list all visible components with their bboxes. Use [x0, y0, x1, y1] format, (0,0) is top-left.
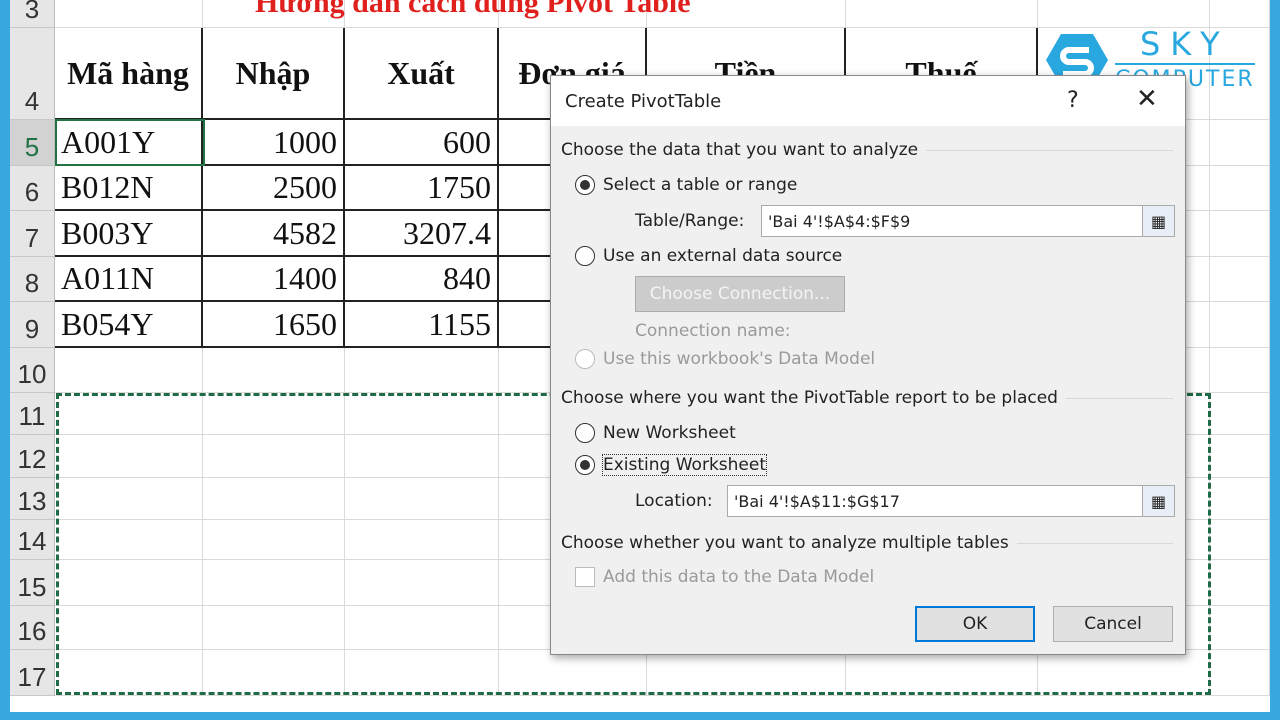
- row-header[interactable]: 8: [10, 257, 55, 302]
- data-cell[interactable]: A011N: [55, 257, 203, 302]
- data-cell[interactable]: 4582: [203, 211, 345, 257]
- cell[interactable]: [1210, 0, 1270, 28]
- radio-data-model[interactable]: Use this workbook's Data Model: [575, 349, 875, 369]
- row-header[interactable]: 7: [10, 211, 55, 257]
- section-multiple-tables: Choose whether you want to analyze multi…: [561, 533, 1009, 553]
- radio-select-table[interactable]: Select a table or range: [575, 175, 797, 195]
- cell[interactable]: [345, 348, 499, 393]
- cell[interactable]: [1210, 606, 1270, 650]
- row-header[interactable]: 16: [10, 606, 55, 650]
- cell[interactable]: [1210, 348, 1270, 393]
- row-header[interactable]: 13: [10, 478, 55, 520]
- checkbox-label: Add this data to the Data Model: [603, 567, 875, 587]
- data-cell[interactable]: B012N: [55, 166, 203, 211]
- radio-new-worksheet[interactable]: New Worksheet: [575, 423, 736, 443]
- table-range-value: 'Bai 4'!$A$4:$F$9: [768, 211, 911, 231]
- radio-unselected-icon: [575, 246, 595, 266]
- row-header[interactable]: 17: [10, 650, 55, 696]
- location-value: 'Bai 4'!$A$11:$G$17: [734, 491, 900, 511]
- column-header-cell[interactable]: Nhập: [203, 28, 345, 120]
- cell[interactable]: [1210, 650, 1270, 696]
- connection-name-label: Connection name:: [635, 321, 791, 341]
- row-header[interactable]: 14: [10, 520, 55, 560]
- data-cell[interactable]: 2500: [203, 166, 345, 211]
- close-icon[interactable]: ✕: [1136, 84, 1158, 114]
- data-cell[interactable]: 1000: [203, 120, 345, 166]
- data-cell[interactable]: 1400: [203, 257, 345, 302]
- cell[interactable]: [1210, 257, 1270, 302]
- row-header[interactable]: 4: [10, 28, 55, 120]
- row-header[interactable]: 6: [10, 166, 55, 211]
- range-picker-icon[interactable]: ▦: [1142, 486, 1174, 516]
- radio-unselected-icon: [575, 423, 595, 443]
- data-cell[interactable]: 600: [345, 120, 499, 166]
- range-picker-icon[interactable]: ▦: [1142, 206, 1174, 236]
- cell[interactable]: [1210, 166, 1270, 211]
- radio-label: New Worksheet: [603, 423, 736, 443]
- sheet-title: Hướng dẫn cách dùng Pivot Table: [255, 0, 691, 19]
- data-cell[interactable]: 1650: [203, 302, 345, 348]
- row-header[interactable]: 9: [10, 302, 55, 348]
- radio-disabled-icon: [575, 349, 595, 369]
- dialog-title: Create PivotTable: [551, 76, 1185, 126]
- cancel-button[interactable]: Cancel: [1053, 606, 1173, 642]
- cell[interactable]: [1210, 302, 1270, 348]
- row-header[interactable]: 11: [10, 393, 55, 435]
- row-header[interactable]: 10: [10, 348, 55, 393]
- checkbox-icon: [575, 567, 595, 587]
- choose-connection-button[interactable]: Choose Connection...: [635, 276, 845, 312]
- data-cell[interactable]: 1155: [345, 302, 499, 348]
- radio-external-source[interactable]: Use an external data source: [575, 246, 842, 266]
- column-header-cell[interactable]: Mã hàng: [55, 28, 203, 120]
- row-header[interactable]: 15: [10, 560, 55, 606]
- data-cell[interactable]: 1750: [345, 166, 499, 211]
- column-header-cell[interactable]: Xuất: [345, 28, 499, 120]
- section-placement: Choose where you want the PivotTable rep…: [561, 388, 1058, 408]
- radio-existing-worksheet[interactable]: Existing Worksheet: [575, 454, 768, 476]
- radio-selected-icon: [575, 175, 595, 195]
- table-range-input[interactable]: 'Bai 4'!$A$4:$F$9 ▦: [761, 205, 1175, 237]
- cell[interactable]: [1210, 393, 1270, 435]
- data-cell[interactable]: B054Y: [55, 302, 203, 348]
- cell[interactable]: [55, 0, 203, 28]
- location-label: Location:: [635, 491, 713, 511]
- add-data-model-checkbox[interactable]: Add this data to the Data Model: [575, 567, 874, 587]
- cell[interactable]: [1210, 478, 1270, 520]
- cell[interactable]: [1038, 0, 1210, 28]
- radio-label: Select a table or range: [603, 175, 798, 195]
- radio-selected-icon: [575, 455, 595, 475]
- section-analyze-data: Choose the data that you want to analyze: [561, 140, 919, 160]
- radio-label: Use this workbook's Data Model: [603, 349, 876, 369]
- radio-label: Existing Worksheet: [601, 454, 768, 476]
- logo-text-sky: SKY: [1115, 28, 1255, 65]
- row-header[interactable]: 3: [10, 0, 55, 28]
- cell[interactable]: [1210, 435, 1270, 478]
- location-input[interactable]: 'Bai 4'!$A$11:$G$17 ▦: [727, 485, 1175, 517]
- ok-button[interactable]: OK: [915, 606, 1035, 642]
- row-header[interactable]: 5: [10, 120, 55, 166]
- row-header[interactable]: 12: [10, 435, 55, 478]
- cell[interactable]: [1210, 520, 1270, 560]
- data-cell[interactable]: B003Y: [55, 211, 203, 257]
- cell[interactable]: [1210, 211, 1270, 257]
- active-cell: [55, 119, 205, 166]
- data-cell[interactable]: 840: [345, 257, 499, 302]
- help-button[interactable]: ?: [1067, 88, 1079, 113]
- cell[interactable]: [1210, 120, 1270, 166]
- cell[interactable]: [1210, 560, 1270, 606]
- create-pivottable-dialog: Create PivotTable ? ✕ Choose the data th…: [550, 75, 1186, 655]
- cell[interactable]: [846, 0, 1038, 28]
- cell[interactable]: [55, 348, 203, 393]
- data-cell[interactable]: 3207.4: [345, 211, 499, 257]
- table-range-label: Table/Range:: [635, 211, 745, 231]
- radio-label: Use an external data source: [603, 246, 843, 266]
- cell[interactable]: [203, 348, 345, 393]
